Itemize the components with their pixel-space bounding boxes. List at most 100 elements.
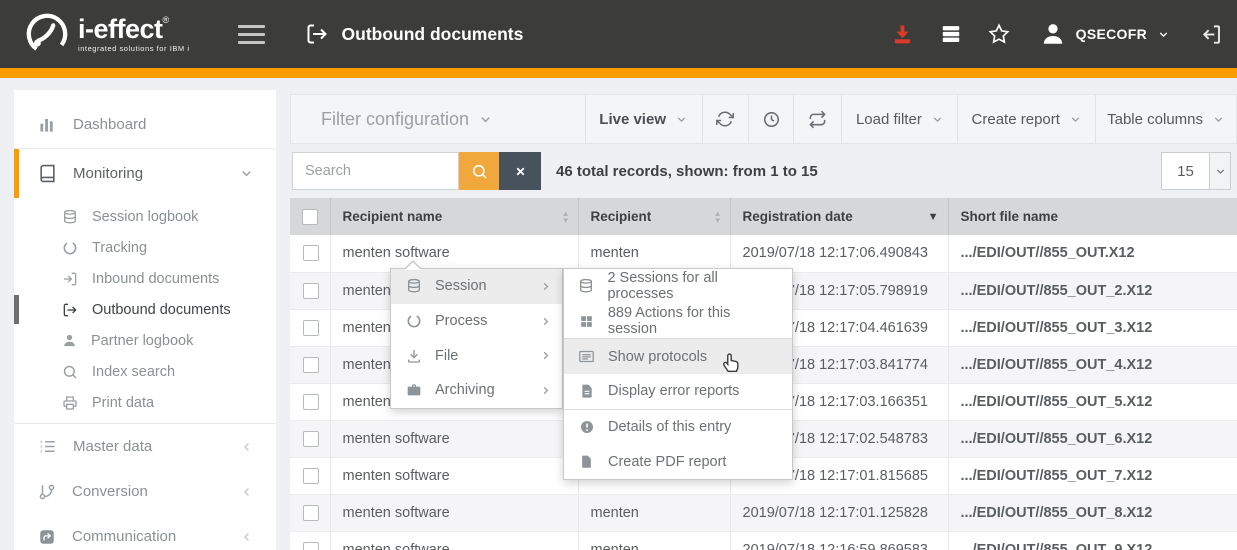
refresh-button[interactable] (703, 95, 749, 143)
row-checkbox[interactable] (303, 505, 319, 521)
col-label: Registration date (743, 209, 853, 224)
col-recipient[interactable]: Recipient▲▼ (578, 198, 730, 235)
arrow-in-icon (62, 271, 78, 287)
search-button[interactable] (459, 152, 499, 190)
sidebar-item-tracking[interactable]: Tracking (14, 232, 276, 263)
cell-recipient-name[interactable]: menten software (330, 457, 578, 494)
table-row[interactable]: menten software menten 2019/07/18 12:17:… (290, 235, 1237, 272)
app-logo[interactable]: i-effect® integrated solutions for IBM i (24, 11, 190, 57)
row-checkbox[interactable] (303, 357, 319, 373)
cell-recipient-name[interactable]: menten software (330, 420, 578, 457)
hamburger-menu-button[interactable] (238, 25, 265, 44)
cell-recipient-name[interactable]: menten software (330, 235, 578, 272)
submenu-item-create-pdf-report[interactable]: Create PDF report (564, 444, 792, 479)
sidebar-item-communication[interactable]: Communication (14, 514, 276, 550)
cell-short-file-name[interactable]: .../EDI/OUT//855_OUT_3.X12 (948, 309, 1237, 346)
sort-desc-icon[interactable]: ▼ (928, 211, 939, 223)
menu-item-archiving[interactable]: Archiving (391, 373, 562, 408)
context-submenu: 2 Sessions for all processes 889 Actions… (563, 268, 793, 480)
cell-short-file-name[interactable]: .../EDI/OUT//855_OUT_5.X12 (948, 383, 1237, 420)
cell-short-file-name[interactable]: .../EDI/OUT//855_OUT.X12 (948, 235, 1237, 272)
live-view-dropdown[interactable]: Live view (586, 95, 703, 143)
menu-item-process[interactable]: Process (391, 304, 562, 339)
sort-icon[interactable]: ▲▼ (562, 210, 570, 224)
submenu-item-actions-for-this-session[interactable]: 889 Actions for this session (564, 304, 792, 339)
star-icon[interactable] (988, 23, 1010, 45)
cell-recipient-name[interactable]: menten software (330, 494, 578, 531)
cell-recipient[interactable]: menten (578, 531, 730, 550)
sidebar-item-partner-logbook[interactable]: Partner logbook (14, 325, 276, 356)
sidebar-item-master-data[interactable]: Master data (14, 424, 276, 469)
database-icon (578, 278, 594, 294)
auto-refresh-button[interactable] (749, 95, 795, 143)
menu-item-label: 2 Sessions for all processes (607, 270, 782, 302)
row-checkbox[interactable] (303, 320, 319, 336)
cell-registration-date[interactable]: 2019/07/18 12:17:06.490843 (730, 235, 948, 272)
row-checkbox[interactable] (303, 468, 319, 484)
cell-short-file-name[interactable]: .../EDI/OUT//855_OUT_9.X12 (948, 531, 1237, 550)
cell-short-file-name[interactable]: .../EDI/OUT//855_OUT_7.X12 (948, 457, 1237, 494)
table-row[interactable]: menten software menten 2019/07/18 12:16:… (290, 531, 1237, 550)
search-icon (62, 364, 78, 380)
submenu-item-show-protocols[interactable]: Show protocols (564, 339, 792, 374)
cell-short-file-name[interactable]: .../EDI/OUT//855_OUT_8.X12 (948, 494, 1237, 531)
create-report-dropdown[interactable]: Create report (958, 95, 1096, 143)
search-input[interactable] (292, 152, 459, 190)
submenu-item-display-error-reports[interactable]: Display error reports (564, 374, 792, 409)
clear-search-button[interactable] (499, 152, 541, 190)
sidebar-item-index-search[interactable]: Index search (14, 356, 276, 387)
sidebar-item-inbound-documents[interactable]: Inbound documents (14, 263, 276, 294)
row-checkbox[interactable] (303, 542, 319, 550)
cell-registration-date[interactable]: 2019/07/18 12:16:59.869583 (730, 531, 948, 550)
server-icon[interactable] (940, 23, 962, 45)
menu-item-label: 889 Actions for this session (608, 305, 782, 337)
cell-recipient-name[interactable]: menten software (330, 531, 578, 550)
app-window: i-effect® integrated solutions for IBM i… (0, 0, 1237, 550)
col-recipient-name[interactable]: Recipient name▲▼ (330, 198, 578, 235)
col-registration-date[interactable]: Registration date ▼ (730, 198, 948, 235)
logo-swoosh-icon (24, 11, 70, 57)
sidebar-item-print-data[interactable]: Print data (14, 387, 276, 418)
submenu-item-sessions-for-all-processes[interactable]: 2 Sessions for all processes (564, 269, 792, 304)
logo-text: i-effect® integrated solutions for IBM i (78, 16, 190, 53)
page-size-select[interactable]: 15 (1161, 152, 1231, 190)
load-filter-dropdown[interactable]: Load filter (842, 95, 958, 143)
select-all-checkbox[interactable] (302, 209, 318, 225)
arrow-out-icon (62, 302, 78, 318)
cell-short-file-name[interactable]: .../EDI/OUT//855_OUT_2.X12 (948, 272, 1237, 309)
sidebar-item-label: Index search (92, 364, 175, 380)
row-checkbox[interactable] (303, 394, 319, 410)
table-row[interactable]: menten software menten 2019/07/18 12:17:… (290, 494, 1237, 531)
menu-item-session[interactable]: Session (391, 269, 562, 304)
row-checkbox[interactable] (303, 283, 319, 299)
cell-recipient[interactable]: menten (578, 235, 730, 272)
sidebar-item-dashboard[interactable]: Dashboard (14, 100, 276, 148)
bar-chart-icon (38, 115, 57, 134)
sidebar-item-session-logbook[interactable]: Session logbook (14, 201, 276, 232)
filter-configuration-dropdown[interactable]: Filter configuration (291, 95, 586, 143)
book-icon (38, 164, 57, 183)
col-short-file-name[interactable]: Short file name (948, 198, 1237, 235)
row-checkbox[interactable] (303, 431, 319, 447)
sidebar-item-monitoring[interactable]: Monitoring (14, 149, 276, 198)
user-menu[interactable]: QSECOFR (1040, 21, 1170, 47)
cell-short-file-name[interactable]: .../EDI/OUT//855_OUT_4.X12 (948, 346, 1237, 383)
sidebar-item-outbound-documents[interactable]: Outbound documents (14, 294, 276, 325)
cell-recipient[interactable]: menten (578, 494, 730, 531)
cell-registration-date[interactable]: 2019/07/18 12:17:01.125828 (730, 494, 948, 531)
sort-icon[interactable]: ▲▼ (714, 210, 722, 224)
download-icon[interactable] (891, 23, 914, 46)
menu-item-file[interactable]: File (391, 338, 562, 373)
repeat-button[interactable] (794, 95, 842, 143)
context-menu: Session Process File Archiving (390, 268, 563, 409)
row-checkbox[interactable] (303, 245, 319, 261)
submenu-item-details-of-this-entry[interactable]: Details of this entry (564, 410, 792, 445)
live-view-label: Live view (599, 111, 666, 128)
sidebar-item-conversion[interactable]: Conversion (14, 469, 276, 514)
menu-item-label: Details of this entry (608, 419, 731, 435)
table-columns-dropdown[interactable]: Table columns (1096, 95, 1236, 143)
logout-icon[interactable] (1200, 23, 1223, 46)
cell-short-file-name[interactable]: .../EDI/OUT//855_OUT_6.X12 (948, 420, 1237, 457)
filter-configuration-label: Filter configuration (321, 109, 469, 130)
user-icon (1040, 21, 1066, 47)
